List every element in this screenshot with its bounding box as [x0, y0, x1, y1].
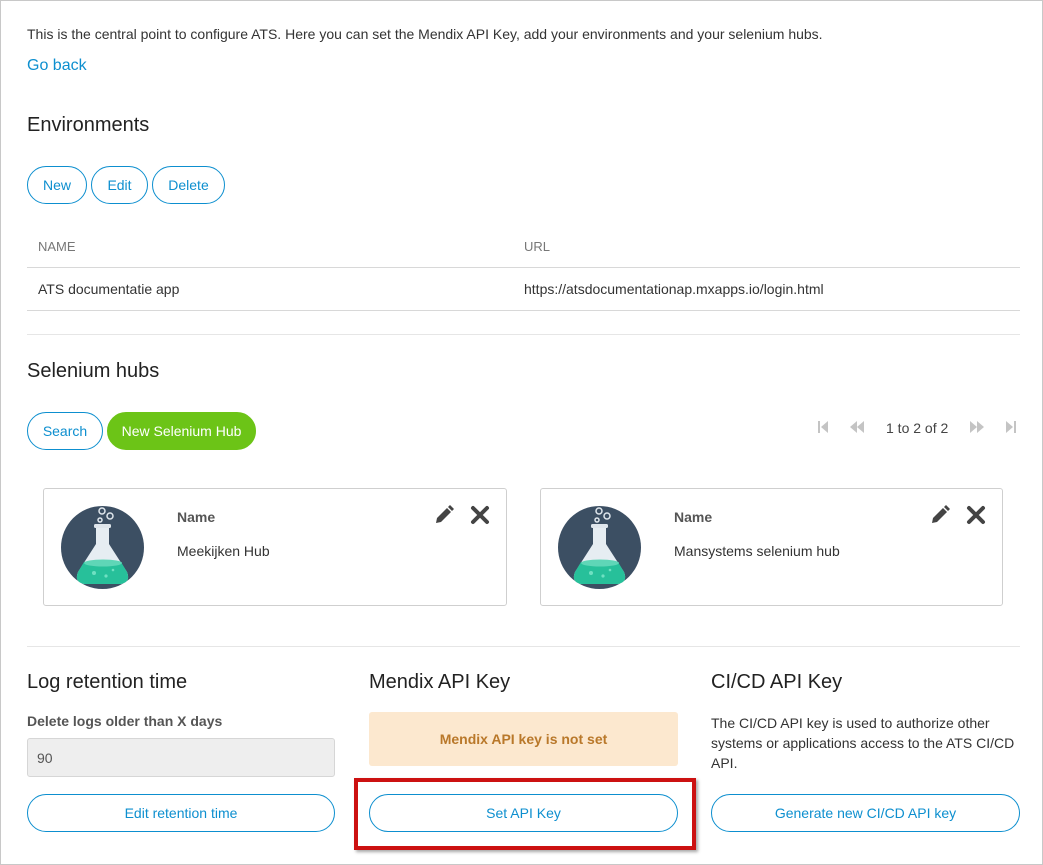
flask-icon [61, 506, 144, 589]
new-environment-button[interactable]: New [27, 166, 87, 204]
next-page-icon[interactable] [970, 420, 985, 436]
hub-name-value: Mansystems selenium hub [674, 543, 840, 559]
first-page-icon[interactable] [816, 420, 830, 436]
generate-cicd-key-button[interactable]: Generate new CI/CD API key [711, 794, 1020, 832]
column-header-name[interactable]: NAME [27, 239, 524, 254]
environments-heading: Environments [27, 114, 150, 136]
api-key-warning: Mendix API key is not set [369, 712, 678, 766]
search-button[interactable]: Search [27, 412, 103, 450]
hub-name-label: Name [674, 509, 713, 525]
edit-retention-button[interactable]: Edit retention time [27, 794, 335, 832]
pagination: 1 to 2 of 2 [816, 420, 1018, 436]
selenium-hub-card[interactable]: Name Meekijken Hub [43, 488, 507, 606]
intro-text: This is the central point to configure A… [27, 26, 823, 42]
column-header-url[interactable]: URL [524, 239, 1020, 254]
cicd-description: The CI/CD API key is used to authorize o… [711, 715, 1015, 771]
hub-name-label: Name [177, 509, 216, 525]
flask-icon [558, 506, 641, 589]
table-row[interactable]: ATS documentatie app https://atsdocument… [27, 268, 1020, 311]
selenium-hub-card[interactable]: Name Mansystems selenium hub [540, 488, 1003, 606]
pagination-text: 1 to 2 of 2 [886, 420, 949, 436]
environment-name-cell: ATS documentatie app [38, 281, 180, 297]
set-api-key-button[interactable]: Set API Key [369, 794, 678, 832]
log-retention-heading: Log retention time [27, 671, 188, 693]
environment-url-cell: https://atsdocumentationap.mxapps.io/log… [524, 281, 824, 297]
selenium-hubs-heading: Selenium hubs [27, 360, 160, 382]
retention-days-field[interactable]: 90 [27, 738, 335, 777]
new-selenium-hub-button[interactable]: New Selenium Hub [107, 412, 256, 450]
pencil-icon[interactable] [434, 505, 454, 525]
cicd-api-key-heading: CI/CD API Key [711, 671, 843, 693]
go-back-link[interactable]: Go back [27, 57, 87, 75]
edit-environment-button[interactable]: Edit [91, 166, 148, 204]
last-page-icon[interactable] [1004, 420, 1018, 436]
hub-name-value: Meekijken Hub [177, 543, 270, 559]
prev-page-icon[interactable] [850, 420, 864, 436]
table-header: NAME URL [27, 226, 1020, 268]
close-icon[interactable] [966, 505, 986, 525]
delete-environment-button[interactable]: Delete [152, 166, 225, 204]
pencil-icon[interactable] [930, 505, 950, 525]
section-divider [27, 646, 1020, 647]
environments-table: NAME URL ATS documentatie app https://at… [27, 226, 1020, 311]
section-divider [27, 334, 1020, 335]
close-icon[interactable] [470, 505, 490, 525]
mendix-api-key-heading: Mendix API Key [369, 671, 511, 693]
retention-field-label: Delete logs older than X days [27, 713, 223, 729]
